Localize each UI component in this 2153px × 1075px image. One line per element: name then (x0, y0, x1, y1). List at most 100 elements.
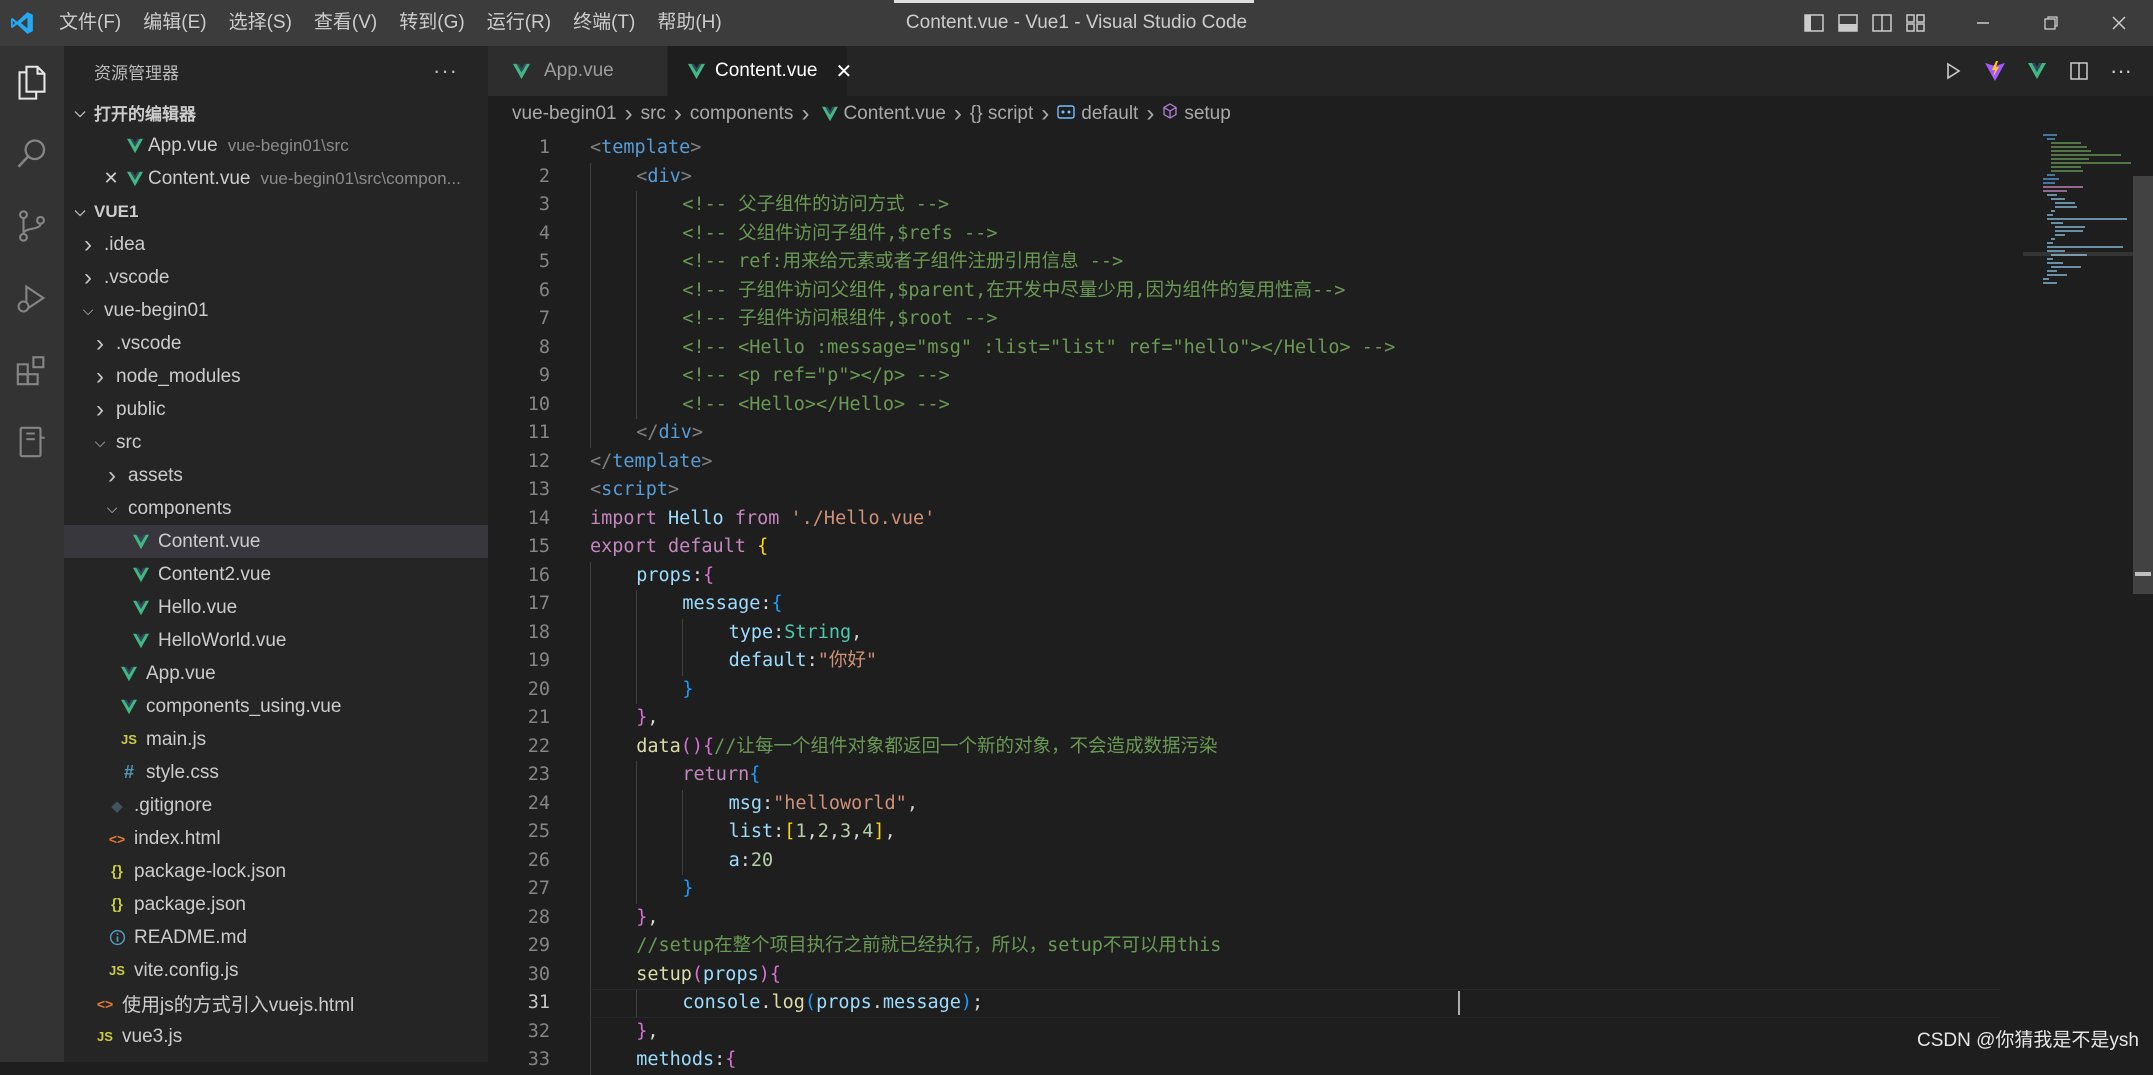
file-tree-item[interactable]: › assets (64, 459, 488, 492)
file-tree-item[interactable]: <> 使用js的方式引入vuejs.html (64, 987, 488, 1020)
code-text: }, (636, 704, 658, 733)
vue-file-icon (128, 633, 154, 649)
file-tree-item[interactable]: ⌵ src (64, 426, 488, 459)
file-tree-label: components_using.vue (146, 695, 342, 717)
file-tree-item[interactable]: Hello.vue (64, 591, 488, 624)
file-tree-item[interactable]: JS main.js (64, 723, 488, 756)
search-icon[interactable] (0, 118, 64, 190)
code-token: ; (972, 992, 984, 1013)
menu-item-4[interactable]: 转到(G) (388, 0, 475, 46)
file-tree-item[interactable]: › .vscode (64, 327, 488, 360)
code-editor[interactable]: 1 <template> 2 <div> 3 <!-- 父子组件的访问方式 --> 4 <!-… (488, 132, 2153, 1075)
split-editor-icon[interactable] (2067, 59, 2091, 83)
vite-icon[interactable] (1983, 59, 2007, 83)
line-number: 27 (527, 878, 550, 899)
workspace-section[interactable]: ⌵ VUE1 (64, 195, 488, 228)
code-text: <!-- 子组件访问父组件,$parent,在开发中尽量少用,因为组件的复用性高… (682, 277, 1345, 306)
file-tree-item[interactable]: README.md (64, 921, 488, 954)
open-editor-item[interactable]: ✕ Content.vue vue-begin01\src\compon... (64, 162, 488, 195)
menu-item-5[interactable]: 运行(R) (476, 0, 562, 46)
file-tree-item[interactable]: {} package-lock.json (64, 855, 488, 888)
file-tree-item[interactable]: {} package.json (64, 888, 488, 921)
open-editors-section[interactable]: ⌵ 打开的编辑器 (64, 96, 488, 129)
file-tree-item[interactable]: Content2.vue (64, 558, 488, 591)
code-token: a (728, 849, 740, 871)
file-tree-item[interactable]: components_using.vue (64, 690, 488, 723)
code-token: data (636, 735, 681, 757)
vue-file-icon (688, 63, 705, 80)
breadcrumb-item[interactable]: components (690, 103, 794, 125)
file-tree-item[interactable]: › .vscode (64, 261, 488, 294)
file-tree-item[interactable]: ⌵ components (64, 492, 488, 525)
more-actions-icon[interactable]: ··· (433, 58, 458, 84)
file-tree-item[interactable]: App.vue (64, 657, 488, 690)
more-actions-icon[interactable]: ··· (2109, 58, 2133, 83)
tab-app-vue[interactable]: App.vue (488, 46, 668, 96)
code-text: return{ (682, 761, 760, 790)
extensions-icon[interactable] (0, 334, 64, 406)
breadcrumb-item[interactable]: src (641, 103, 666, 125)
code-text: data(){//让每一个组件对象都返回一个新的对象，不会造成数据污染 (636, 733, 1217, 762)
file-tree-item[interactable]: Content.vue (64, 525, 488, 558)
file-tree-item[interactable]: ◆ .gitignore (64, 789, 488, 822)
menu-item-2[interactable]: 选择(S) (218, 0, 303, 46)
toggle-secondary-sidebar-icon[interactable] (1865, 0, 1899, 46)
file-tree-item[interactable]: # style.css (64, 756, 488, 789)
menu-item-6[interactable]: 终端(T) (562, 0, 646, 46)
menu-item-7[interactable]: 帮助(H) (646, 0, 732, 46)
scrollbar-thumb[interactable] (2133, 176, 2153, 594)
open-editor-item[interactable]: App.vue vue-begin01\src (64, 129, 488, 162)
file-tree-item[interactable]: › public (64, 393, 488, 426)
close-icon[interactable]: ✕ (100, 168, 122, 189)
close-window-icon[interactable] (2085, 0, 2153, 46)
code-line: 4 <!-- 父组件访问子组件,$refs --> (488, 220, 2008, 249)
close-icon[interactable]: ✕ (835, 59, 852, 84)
breadcrumb-item[interactable]: vue-begin01 (512, 103, 617, 125)
menu-item-1[interactable]: 编辑(E) (132, 0, 217, 46)
code-token: < (590, 137, 602, 158)
js-file-icon: JS (97, 1029, 113, 1044)
code-token: //让每一个组件对象都返回一个新的对象，不会造成数据污染 (714, 735, 1218, 757)
file-tree-item[interactable]: ⌵ vue-begin01 (64, 294, 488, 327)
breadcrumb-item[interactable]: default (1081, 103, 1138, 125)
code-text: <!-- 父组件访问子组件,$refs --> (682, 220, 997, 249)
code-line: 2 <div> (488, 163, 2008, 192)
restore-icon[interactable] (2017, 0, 2085, 46)
file-tree-item[interactable]: › .idea (64, 228, 488, 261)
file-tree-item[interactable]: <> index.html (64, 822, 488, 855)
minimap[interactable] (2023, 132, 2133, 292)
file-tree-item[interactable]: › node_modules (64, 360, 488, 393)
file-tree-item[interactable]: JS vue3.js (64, 1020, 488, 1053)
code-token: { (725, 1049, 737, 1070)
vue-file-icon (128, 567, 154, 583)
code-token: > (691, 422, 704, 443)
toggle-primary-sidebar-icon[interactable] (1797, 0, 1831, 46)
code-token: <!-- 子组件访问父组件,$parent,在开发中尽量少用,因为组件的复用性高… (682, 279, 1346, 301)
code-token: <!-- 父组件访问子组件,$refs --> (682, 222, 998, 244)
customize-layout-icon[interactable] (1899, 0, 1933, 46)
tab-content-vue[interactable]: Content.vue ✕ (668, 46, 852, 96)
minimize-icon[interactable] (1949, 0, 2017, 46)
file-tree-item[interactable]: JS vite.config.js (64, 954, 488, 987)
code-line: 11 </div> (488, 419, 2008, 448)
code-token: { (757, 536, 769, 557)
file-tree-label: src (116, 431, 142, 453)
explorer-icon[interactable] (0, 46, 64, 118)
breadcrumb-item[interactable]: setup (1184, 103, 1230, 125)
code-token: props (636, 564, 692, 586)
menu-item-3[interactable]: 查看(V) (303, 0, 388, 46)
breadcrumb-item[interactable]: Content.vue (843, 103, 945, 125)
toggle-panel-icon[interactable] (1831, 0, 1865, 46)
tab-list: App.vue Content.vue ✕ (488, 46, 852, 96)
line-number: 9 (538, 365, 550, 386)
file-tree-item[interactable]: HelloWorld.vue (64, 624, 488, 657)
vue-preview-icon[interactable] (2025, 59, 2049, 83)
breadcrumb-item[interactable]: {} script (970, 103, 1033, 125)
run-debug-icon[interactable] (0, 262, 64, 334)
remote-explorer-icon[interactable] (0, 406, 64, 478)
source-control-icon[interactable] (0, 190, 64, 262)
menu-item-0[interactable]: 文件(F) (48, 0, 132, 46)
vertical-scrollbar[interactable] (2133, 132, 2153, 1062)
run-icon[interactable] (1941, 59, 1965, 83)
